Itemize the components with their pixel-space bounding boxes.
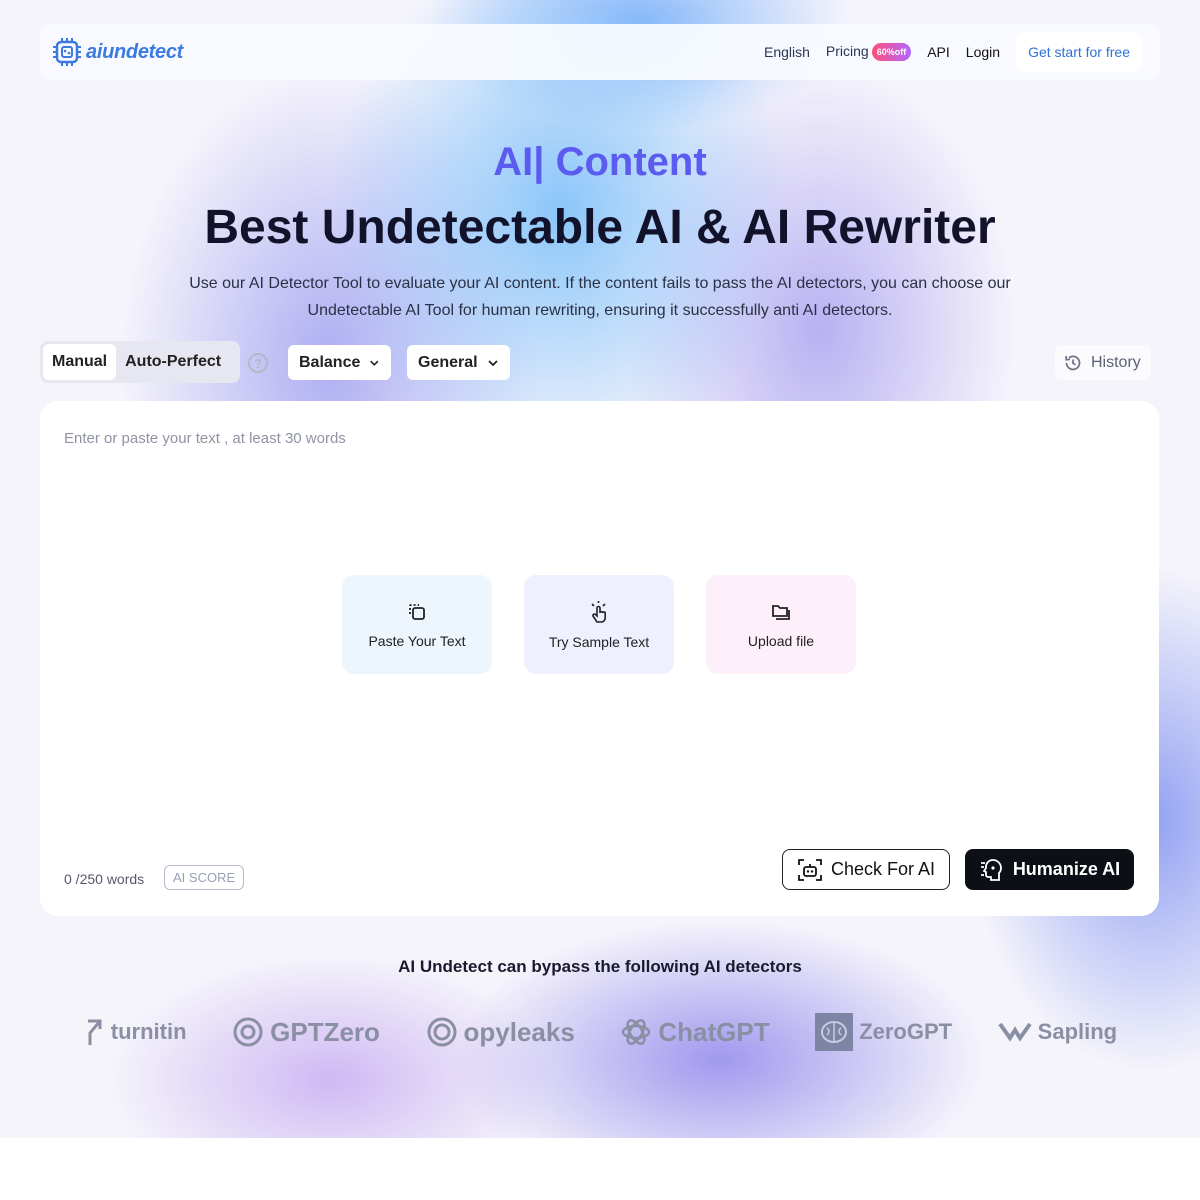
sample-text-label: Try Sample Text <box>548 633 650 650</box>
tap-icon <box>591 600 606 623</box>
detector-logos: turnitin GPTZero opyleaks ChatGPT ZeroGP… <box>60 1010 1140 1054</box>
paste-text-label: Paste Your Text <box>368 632 466 649</box>
check-for-ai-button[interactable]: Check For AI <box>782 849 950 890</box>
nav-api[interactable]: API <box>927 44 950 60</box>
help-icon[interactable]: ? <box>248 353 268 373</box>
word-count: 0 /250 words <box>64 871 145 887</box>
history-label: History <box>1091 353 1141 371</box>
folder-icon <box>772 604 790 620</box>
scan-robot-icon <box>798 858 822 881</box>
nav-pricing[interactable]: Pricing 60%off <box>825 42 912 62</box>
upload-file-card[interactable]: Upload file <box>706 575 856 674</box>
copyleaks-label: opyleaks <box>463 1016 575 1047</box>
mode-auto-perfect-tab[interactable]: Auto-Perfect <box>116 344 230 380</box>
upload-file-label: Upload file <box>747 632 815 649</box>
humanize-ai-button[interactable]: Humanize AI <box>965 849 1134 890</box>
get-started-button[interactable]: Get start for free <box>1016 32 1142 72</box>
turnitin-logo: turnitin <box>83 1017 187 1047</box>
discount-badge: 60%off <box>871 43 912 62</box>
nav-login[interactable]: Login <box>966 44 1000 60</box>
chip-logo-icon <box>53 38 81 66</box>
brain-icon <box>815 1013 854 1051</box>
page-title: Best Undetectable AI & AI Rewriter <box>204 201 996 254</box>
history-icon <box>1065 355 1081 370</box>
openai-knot-icon <box>622 1019 651 1045</box>
bypass-heading: AI Undetect can bypass the following AI … <box>398 957 802 976</box>
sapling-label: Sapling <box>1037 1019 1118 1044</box>
sample-text-card[interactable]: Try Sample Text <box>524 575 674 674</box>
brand-logo[interactable]: aiundetect <box>52 37 183 67</box>
style-value: General <box>418 353 478 371</box>
turnitin-label: turnitin <box>110 1019 187 1044</box>
chevron-down-icon <box>370 360 379 366</box>
gptzero-label: GPTZero <box>270 1016 380 1047</box>
mode-manual-tab[interactable]: Manual <box>43 344 117 380</box>
editor-placeholder: Enter or paste your text , at least 30 w… <box>64 430 346 447</box>
style-dropdown[interactable]: General <box>407 345 510 380</box>
sapling-logo: Sapling <box>998 1019 1117 1045</box>
zerogpt-logo: ZeroGPT <box>815 1013 952 1051</box>
ai-score-badge: AI SCORE <box>164 865 245 890</box>
top-navbar: aiundetect English Pricing 60%off API Log… <box>40 24 1160 80</box>
chatgpt-label: ChatGPT <box>658 1016 770 1047</box>
chatgpt-logo: ChatGPT <box>620 1016 770 1048</box>
hero-description: Use our AI Detector Tool to evaluate you… <box>189 275 1011 319</box>
brand-name: aiundetect <box>86 40 184 63</box>
paste-icon <box>409 603 425 620</box>
paste-text-card[interactable]: Paste Your Text <box>342 575 492 674</box>
gptzero-logo: GPTZero <box>232 1016 380 1048</box>
zerogpt-label: ZeroGPT <box>859 1019 953 1044</box>
humanize-icon <box>980 858 1002 881</box>
gptzero-mark-icon <box>233 1017 263 1047</box>
chevron-down-icon <box>487 359 498 366</box>
hero-kicker: AI| Content <box>493 140 707 184</box>
turnitin-mark-icon <box>87 1019 102 1045</box>
text-editor[interactable]: Enter or paste your text , at least 30 w… <box>40 401 1159 916</box>
history-button[interactable]: History <box>1055 345 1151 380</box>
check-for-ai-label: Check For AI <box>830 859 936 879</box>
humanize-ai-label: Humanize AI <box>1012 859 1121 879</box>
strength-dropdown[interactable]: Balance <box>288 345 391 380</box>
copyleaks-logo: opyleaks <box>426 1016 575 1048</box>
strength-value: Balance <box>299 353 361 371</box>
sapling-mark-icon <box>998 1022 1032 1042</box>
nav-language[interactable]: English <box>764 44 810 60</box>
copyleaks-mark-icon <box>427 1017 456 1047</box>
mode-toggle: Manual Auto-Perfect <box>40 341 240 383</box>
nav-pricing-label: Pricing <box>825 42 869 59</box>
